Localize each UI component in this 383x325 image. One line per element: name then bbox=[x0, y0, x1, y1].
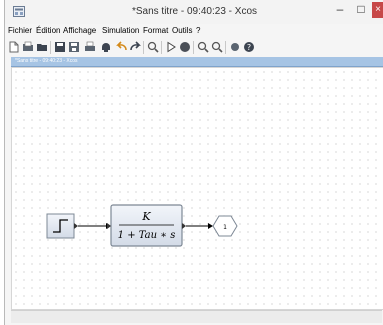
maximize-button[interactable]: □ bbox=[351, 2, 371, 18]
menu-format[interactable]: Format bbox=[143, 26, 168, 35]
menu-outils[interactable]: Outils bbox=[172, 26, 192, 35]
help-icon[interactable]: ? bbox=[243, 41, 255, 53]
status-bar bbox=[11, 310, 382, 323]
zoom-in-icon[interactable] bbox=[197, 41, 209, 53]
clr-numerator: K bbox=[141, 210, 151, 223]
toolbar-separator bbox=[161, 41, 162, 54]
link-clr-to-output[interactable] bbox=[186, 223, 213, 229]
toolbar-separator bbox=[143, 41, 144, 54]
stop-simulation-icon[interactable] bbox=[179, 41, 191, 53]
new-diagram-icon[interactable] bbox=[8, 41, 20, 53]
start-simulation-icon[interactable] bbox=[165, 41, 177, 53]
diagram-canvas[interactable]: K 1 + Tau ∗ s 1 bbox=[11, 67, 383, 310]
step-block[interactable] bbox=[46, 213, 75, 239]
menu-help[interactable]: ? bbox=[196, 26, 200, 35]
diagram-tab[interactable]: *Sans titre - 09:40:23 - Xcos bbox=[11, 57, 383, 67]
window-title: *Sans titre - 09:40:23 - Xcos bbox=[131, 6, 258, 17]
minimize-button[interactable]: – bbox=[330, 2, 350, 18]
delete-icon[interactable] bbox=[100, 41, 112, 53]
zoom-out-icon[interactable] bbox=[211, 41, 223, 53]
svg-text:?: ? bbox=[247, 43, 251, 52]
palette-browser-icon[interactable] bbox=[229, 41, 241, 53]
fit-diagram-icon[interactable] bbox=[147, 41, 159, 53]
save-icon[interactable] bbox=[54, 41, 66, 53]
menu-edition[interactable]: Édition bbox=[36, 26, 60, 35]
link-step-to-clr[interactable] bbox=[78, 223, 111, 229]
menu-bar: Fichier Édition Affichage Simulation For… bbox=[5, 24, 383, 38]
menu-affichage[interactable]: Affichage bbox=[63, 26, 96, 35]
step-output-port[interactable] bbox=[74, 223, 78, 229]
xcos-window: *Sans titre - 09:40:23 - Xcos – □ × Fich… bbox=[4, 0, 383, 325]
redo-icon[interactable] bbox=[129, 41, 141, 53]
open-icon[interactable] bbox=[22, 41, 34, 53]
toolbar: ? bbox=[5, 38, 383, 57]
menu-simulation[interactable]: Simulation bbox=[102, 26, 139, 35]
menu-fichier[interactable]: Fichier bbox=[8, 26, 32, 35]
close-button[interactable]: × bbox=[372, 2, 383, 18]
open-folder-icon[interactable] bbox=[36, 41, 48, 53]
toolbar-separator bbox=[193, 41, 194, 54]
diagram-svg: K 1 + Tau ∗ s 1 bbox=[46, 204, 238, 247]
clr-denominator: 1 + Tau ∗ s bbox=[118, 230, 176, 241]
save-as-icon[interactable] bbox=[68, 41, 80, 53]
output-port-number: 1 bbox=[223, 224, 227, 231]
title-bar: *Sans titre - 09:40:23 - Xcos – □ × bbox=[5, 0, 383, 24]
output-port-block[interactable]: 1 bbox=[212, 215, 238, 237]
toolbar-separator bbox=[50, 41, 51, 54]
undo-icon[interactable] bbox=[116, 41, 128, 53]
toolbar-separator bbox=[225, 41, 226, 54]
clr-transfer-function-block[interactable]: K 1 + Tau ∗ s bbox=[110, 204, 183, 247]
tab-label: *Sans titre - 09:40:23 - Xcos bbox=[15, 58, 78, 64]
clr-output-port[interactable] bbox=[182, 223, 186, 229]
print-icon[interactable] bbox=[84, 41, 96, 53]
